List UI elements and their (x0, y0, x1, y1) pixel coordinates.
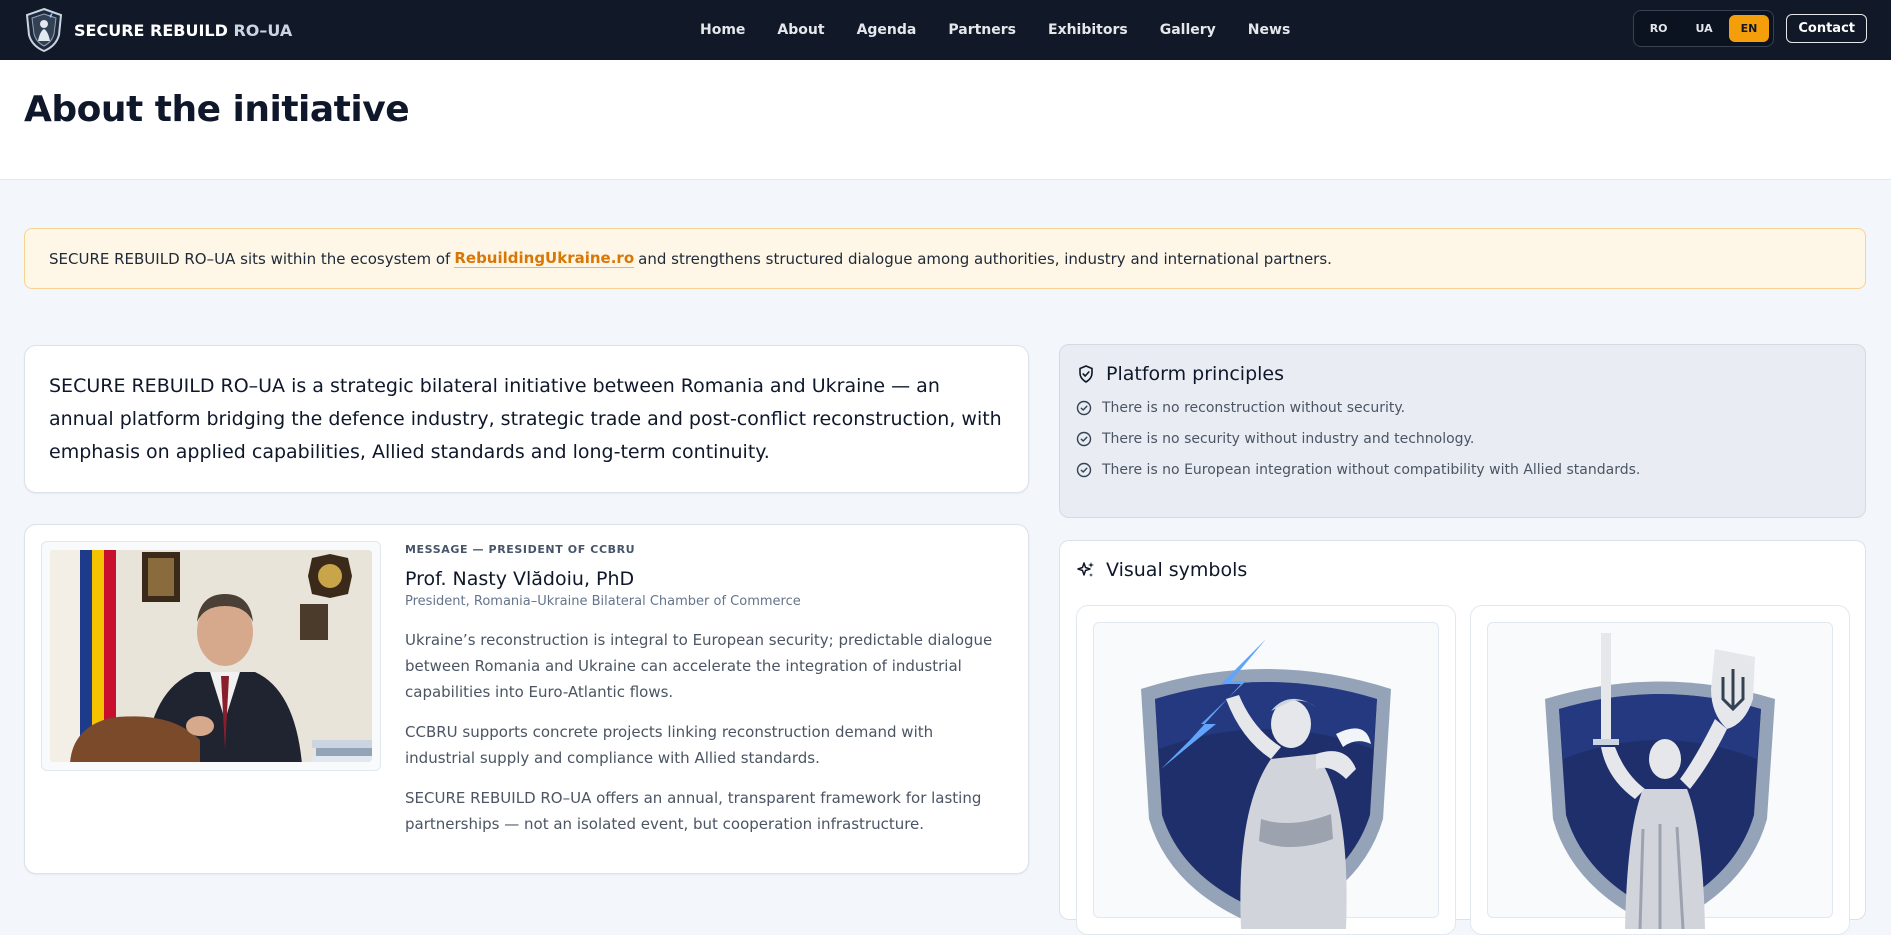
symbols-title: Visual symbols (1106, 559, 1248, 581)
lang-button-en[interactable]: EN (1728, 15, 1770, 42)
nav-link-exhibitors[interactable]: Exhibitors (1032, 22, 1144, 38)
shield-check-icon (1079, 365, 1093, 383)
notice-text-after: and strengthens structured dialogue amon… (638, 249, 1332, 268)
nav-link-agenda[interactable]: Agenda (841, 22, 933, 38)
president-photo (50, 550, 372, 762)
visual-symbols-card: Visual symbols (1059, 540, 1866, 935)
page-title: About the initiative (24, 89, 410, 130)
symbols-header: Visual symbols (1076, 559, 1849, 581)
principle-text: There is no reconstruction without secur… (1102, 400, 1406, 416)
symbol-frame (1093, 622, 1439, 929)
rebuilding-ukraine-link[interactable]: RebuildingUkraine.ro (454, 249, 635, 268)
message-paragraph: SECURE REBUILD RO–UA offers an annual, t… (405, 789, 982, 833)
brand-name: SECURE REBUILD RO–UA (74, 20, 293, 40)
president-photo-frame (41, 541, 381, 771)
shield-logo-icon (25, 7, 63, 53)
message-eyebrow: MESSAGE — PRESIDENT OF CCBRU (405, 543, 636, 556)
brand[interactable]: SECURE REBUILD RO–UA (24, 7, 292, 53)
lang-button-ro[interactable]: RO (1638, 15, 1680, 42)
nav-link-about[interactable]: About (761, 22, 840, 38)
sparkles-icon (1077, 562, 1094, 577)
check-circle-icon (1076, 400, 1092, 416)
nav-link-news[interactable]: News (1232, 22, 1306, 38)
page-header: About the initiative (0, 60, 1891, 180)
principles-header: Platform principles (1076, 363, 1849, 385)
message-body: MESSAGE — PRESIDENT OF CCBRU Prof. Nasty… (405, 543, 1005, 837)
president-name: Prof. Nasty Vlădoiu, PhD (405, 568, 635, 590)
principles-title: Platform principles (1106, 363, 1285, 385)
president-role: President, Romania–Ukraine Bilateral Cha… (405, 594, 801, 609)
nav-link-gallery[interactable]: Gallery (1144, 22, 1232, 38)
intro-text: SECURE REBUILD RO–UA is a strategic bila… (49, 375, 1002, 463)
intro-card: SECURE REBUILD RO–UA is a strategic bila… (24, 345, 1029, 493)
check-circle-icon (1076, 462, 1092, 478)
symbol-tile-thunder-warrior[interactable] (1076, 605, 1456, 935)
symbol-frame (1487, 622, 1833, 929)
principle-item: There is no reconstruction without secur… (1076, 400, 1849, 416)
main-nav: Home About Agenda Partners Exhibitors Ga… (684, 0, 1306, 60)
top-navbar: SECURE REBUILD RO–UA Home About Agenda P… (0, 0, 1891, 60)
notice-text-before: SECURE REBUILD RO–UA sits within the eco… (49, 249, 451, 268)
language-switcher: RO UA EN (1632, 10, 1775, 47)
check-circle-icon (1076, 431, 1092, 447)
nav-link-partners[interactable]: Partners (932, 22, 1032, 38)
nav-link-home[interactable]: Home (684, 22, 761, 38)
platform-principles-card: Platform principles There is no reconstr… (1059, 344, 1866, 518)
motherland-statue-shield-emblem (1545, 633, 1775, 929)
principle-item: There is no European integration without… (1076, 462, 1849, 478)
lang-button-ua[interactable]: UA (1684, 15, 1725, 42)
message-paragraph: CCBRU supports concrete projects linking… (405, 723, 934, 767)
president-portrait-illustration (50, 550, 372, 762)
ecosystem-notice: SECURE REBUILD RO–UA sits within the eco… (24, 228, 1866, 289)
nav-actions: RO UA EN Contact (1632, 10, 1867, 47)
president-message-card: MESSAGE — PRESIDENT OF CCBRU Prof. Nasty… (24, 524, 1029, 874)
thunder-warrior-shield-emblem (1141, 639, 1391, 929)
message-paragraph: Ukraine’s reconstruction is integral to … (405, 631, 993, 701)
principle-item: There is no security without industry an… (1076, 431, 1849, 447)
symbol-tile-motherland-statue[interactable] (1470, 605, 1850, 935)
principles-list: There is no reconstruction without secur… (1076, 400, 1849, 478)
principle-text: There is no European integration without… (1102, 462, 1641, 478)
principle-text: There is no security without industry an… (1102, 431, 1475, 447)
contact-button[interactable]: Contact (1786, 14, 1867, 43)
